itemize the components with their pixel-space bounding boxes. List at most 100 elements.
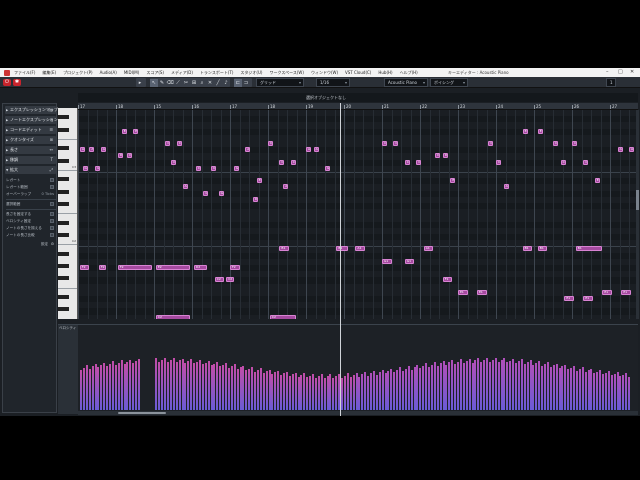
midi-note[interactable]: E3 xyxy=(450,178,456,184)
vertical-scrollbar[interactable] xyxy=(636,110,639,319)
midi-note[interactable]: F2 xyxy=(79,265,90,270)
midi-note[interactable]: D3 xyxy=(252,196,258,202)
velocity-bar[interactable] xyxy=(462,363,465,410)
velocity-bar[interactable] xyxy=(561,366,564,410)
velocity-bar[interactable] xyxy=(97,367,100,410)
line-icon[interactable]: ╱ xyxy=(214,79,222,87)
velocity-bar[interactable] xyxy=(314,377,317,410)
velocity-bar[interactable] xyxy=(291,374,294,410)
velocity-bar[interactable] xyxy=(480,362,483,410)
velocity-bar[interactable] xyxy=(196,361,198,410)
midi-note[interactable]: G3 xyxy=(95,165,101,171)
velocity-bar[interactable] xyxy=(387,371,390,410)
velocity-bar[interactable] xyxy=(219,366,222,410)
velocity-bar[interactable] xyxy=(509,360,512,410)
velocity-bar[interactable] xyxy=(390,368,393,410)
velocity-bar[interactable] xyxy=(320,373,323,410)
velocity-bar[interactable] xyxy=(575,370,578,410)
velocity-bar[interactable] xyxy=(132,363,135,410)
velocity-bar[interactable] xyxy=(82,367,85,410)
velocity-bar[interactable] xyxy=(283,373,285,410)
velocity-bar[interactable] xyxy=(364,371,367,410)
velocity-bar[interactable] xyxy=(500,360,503,410)
velocity-bar[interactable] xyxy=(227,367,230,410)
velocity-bar[interactable] xyxy=(393,372,396,410)
mute-icon[interactable]: ✕ xyxy=(206,79,214,87)
power-icon[interactable]: ⏻ xyxy=(3,79,11,86)
velocity-bar[interactable] xyxy=(622,374,625,410)
velocity-bar[interactable] xyxy=(529,360,532,410)
velocity-bar[interactable] xyxy=(375,374,378,410)
menu-audio[interactable]: Audio(A) xyxy=(100,70,117,75)
midi-note[interactable]: C3 xyxy=(416,159,422,165)
fixed-length-checkbox[interactable] xyxy=(50,212,54,216)
velocity-bar[interactable] xyxy=(445,364,448,410)
velocity-bar[interactable] xyxy=(610,375,613,410)
midi-note[interactable]: A1 xyxy=(355,246,365,252)
midi-note[interactable]: C3 xyxy=(560,159,566,165)
velocity-bar[interactable] xyxy=(401,370,404,410)
velocity-bar[interactable] xyxy=(468,358,471,410)
velocity-bar[interactable] xyxy=(109,363,111,410)
velocity-bar[interactable] xyxy=(285,371,288,410)
velocity-bar[interactable] xyxy=(451,360,454,410)
velocity-bar[interactable] xyxy=(425,363,428,410)
velocity-bar[interactable] xyxy=(552,365,555,410)
midi-note[interactable]: C3 xyxy=(583,159,589,165)
velocity-bar[interactable] xyxy=(593,373,596,410)
velocity-bar[interactable] xyxy=(599,369,602,410)
velocity-bar[interactable] xyxy=(222,364,225,410)
velocity-bar[interactable] xyxy=(367,375,370,410)
velocity-bar[interactable] xyxy=(512,358,515,410)
ruler[interactable]: 17 18 15 16 17 18 19 20 21 22 23 24 25 26 27 xyxy=(78,103,638,110)
velocity-bar[interactable] xyxy=(297,376,300,410)
velocity-bar[interactable] xyxy=(251,367,254,410)
velocity-bar[interactable] xyxy=(422,365,425,410)
velocity-bar[interactable] xyxy=(625,372,628,410)
velocity-bar[interactable] xyxy=(332,377,335,410)
velocity-bar[interactable] xyxy=(187,360,190,410)
velocity-bar[interactable] xyxy=(628,377,631,410)
selection-checkbox[interactable] xyxy=(50,202,54,206)
midi-note[interactable]: E3 xyxy=(594,178,600,184)
velocity-bar[interactable] xyxy=(419,368,422,410)
erase-icon[interactable]: ⌫ xyxy=(166,79,174,87)
velocity-bar[interactable] xyxy=(619,376,622,410)
length-compare-checkbox[interactable] xyxy=(50,233,54,237)
velocity-bar[interactable] xyxy=(546,362,549,410)
midi-note[interactable]: A3 xyxy=(306,147,311,153)
midi-note[interactable]: C3 xyxy=(404,159,410,165)
velocity-bar[interactable] xyxy=(439,363,442,410)
menu-media[interactable]: メディア(D) xyxy=(171,70,193,76)
velocity-bar[interactable] xyxy=(341,377,343,410)
fixed-velocity-row[interactable]: ベロシティ固定 xyxy=(6,218,56,224)
velocity-bar[interactable] xyxy=(210,365,213,410)
velocity-bar[interactable] xyxy=(288,376,291,410)
inspector-section-expression-map[interactable]: ▶ エクスプレッションマップ ▤ xyxy=(5,106,58,114)
velocity-bar[interactable] xyxy=(381,369,384,410)
velocity-bar[interactable] xyxy=(581,367,584,410)
midi-note[interactable]: A3 xyxy=(629,147,634,153)
midi-note[interactable]: C3 xyxy=(268,141,273,146)
controller-lane-header[interactable]: ベロシティ xyxy=(58,324,78,414)
velocity-bar[interactable] xyxy=(248,368,251,410)
velocity-bar[interactable] xyxy=(459,359,462,410)
midi-note[interactable]: C3 xyxy=(279,159,285,165)
velocity-bar[interactable] xyxy=(309,375,312,410)
velocity-bar[interactable] xyxy=(555,363,558,410)
midi-note[interactable]: D3 xyxy=(117,153,123,159)
velocity-bar[interactable] xyxy=(326,376,329,410)
velocity-bar[interactable] xyxy=(106,366,109,410)
velocity-bar[interactable] xyxy=(541,365,544,410)
velocity-bar[interactable] xyxy=(410,369,413,410)
legato-range-row[interactable]: レガート範囲 xyxy=(6,184,56,190)
midi-note[interactable]: A2 xyxy=(283,184,289,190)
minimize-icon[interactable]: – xyxy=(606,69,609,75)
inspector-section-expand[interactable]: ▼ 拡大 ⤢ xyxy=(5,166,56,174)
velocity-bar[interactable] xyxy=(497,362,500,410)
velocity-bar[interactable] xyxy=(303,373,306,410)
velocity-bar[interactable] xyxy=(178,360,181,410)
midi-note[interactable]: A3 xyxy=(79,147,85,153)
menu-hub[interactable]: Hub(H) xyxy=(378,70,392,75)
velocity-bar[interactable] xyxy=(428,367,430,410)
